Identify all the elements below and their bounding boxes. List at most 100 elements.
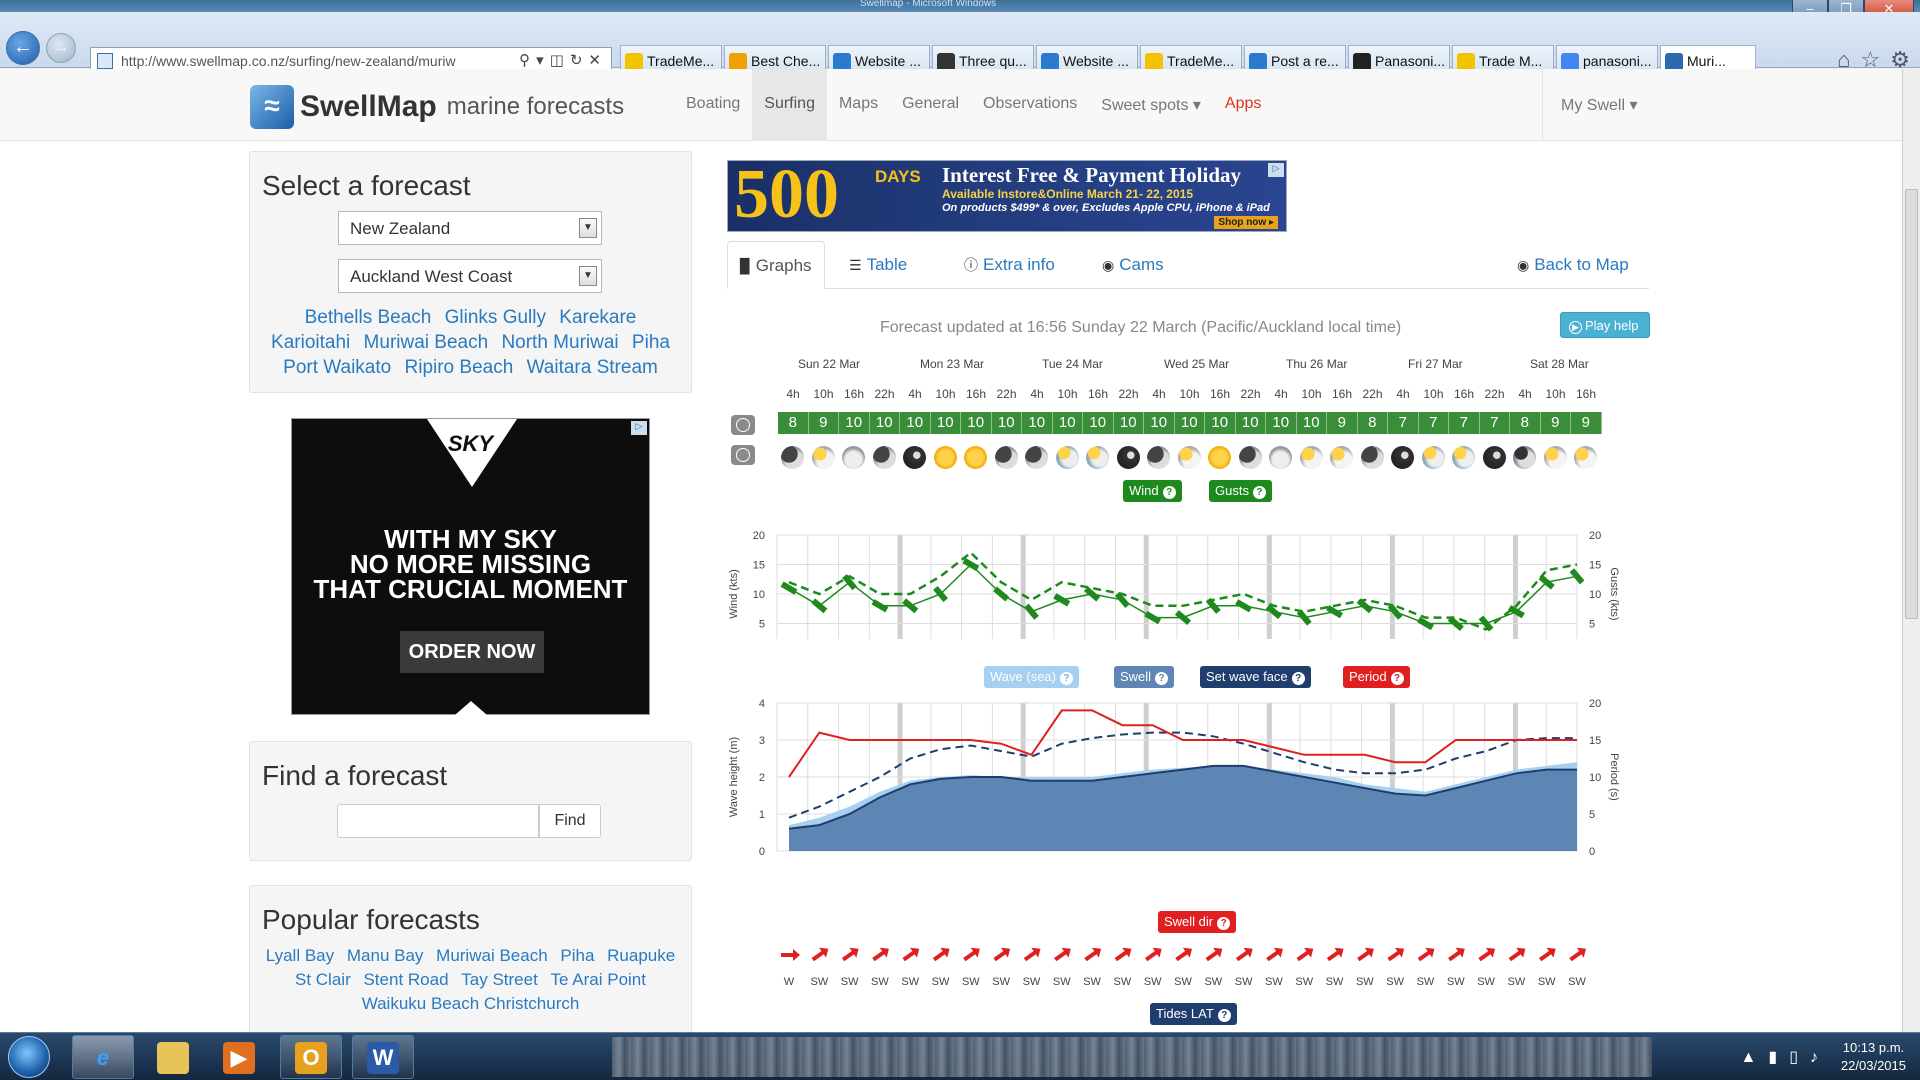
surf-rating-cell: 10 (930, 412, 961, 434)
vertical-scrollbar[interactable] (1902, 69, 1920, 1032)
spot-link[interactable]: Karekare (559, 307, 636, 328)
spot-link[interactable]: Muriwai Beach (364, 332, 489, 353)
banner-big-number: 500 (734, 160, 839, 232)
arrow-shaft (932, 950, 946, 962)
swell-direction-arrow (1569, 947, 1587, 962)
site-logo[interactable]: ≈ SwellMap marine forecasts (250, 85, 624, 129)
wind-chart: 0055101015152020Wind (kts)Gusts (kts)NEN… (728, 530, 1620, 639)
spot-link[interactable]: North Muriwai (501, 332, 618, 353)
url-text: http://www.swellmap.co.nz/surfing/new-ze… (121, 53, 456, 69)
weather-symbol (1208, 446, 1231, 469)
spot-link[interactable]: Glinks Gully (445, 307, 546, 328)
help-icon: ? (1059, 672, 1073, 685)
forward-button[interactable]: → (46, 33, 76, 63)
nav-item[interactable]: Maps (827, 69, 890, 141)
spot-link[interactable]: Bethells Beach (305, 307, 432, 328)
find-forecast-title: Find a forecast (262, 760, 448, 791)
adchoices-icon[interactable]: ▷ (631, 421, 647, 435)
spot-link[interactable]: Karioitahi (271, 332, 350, 353)
tab-graphs[interactable]: ▉ Graphs (727, 241, 825, 289)
clock[interactable]: 10:13 p.m. 22/03/2015 (1841, 1039, 1906, 1075)
y2-tick-label: 20 (1589, 698, 1601, 710)
y-axis-label: Wave height (m) (728, 737, 740, 817)
swell-direction-arrow (1387, 947, 1405, 962)
select-forecast-title: Select a forecast (262, 170, 471, 201)
sky-logo: SKY (447, 431, 494, 456)
arrow-shaft (841, 950, 855, 962)
chevron-down-icon: ▼ (579, 218, 597, 238)
tab-cams[interactable]: ◉ Cams (1090, 241, 1176, 289)
swell-direction-label: SW (1204, 976, 1222, 988)
scrollbar-thumb[interactable] (1905, 189, 1918, 619)
find-button[interactable]: Find (539, 804, 601, 838)
tab-extra-info[interactable]: ⓘ Extra info (952, 241, 1067, 289)
wave-chart: 0 1 2 3 4 0 5 10 15 20 Wave height (m) Period (s) (728, 698, 1620, 858)
country-select[interactable]: New Zealand ▼ (338, 211, 602, 245)
gusts-label: Gusts (1215, 483, 1249, 498)
sky-advert[interactable]: SKY WITH MY SKY NO MORE MISSING THAT CRU… (291, 418, 650, 715)
camera-icon: ◉ (1102, 257, 1115, 273)
nav-item[interactable]: General (890, 69, 971, 141)
swell-legend[interactable]: Swell? (1114, 666, 1175, 688)
spot-link[interactable]: Waikuku Beach Christchurch (362, 994, 580, 1013)
y2-axis-label: Period (s) (1608, 753, 1620, 801)
tab-table[interactable]: ☰ Table (837, 241, 919, 289)
wave-sea-legend[interactable]: Wave (sea)? (984, 666, 1079, 688)
hour-header: 22h (874, 387, 895, 401)
region-select[interactable]: Auckland West Coast ▼ (338, 259, 602, 293)
hour-header: 4h (1518, 387, 1532, 401)
swell-dir-legend[interactable]: Swell dir? (1158, 911, 1237, 933)
nav-item[interactable]: Apps (1213, 69, 1273, 141)
swell-direction-arrow (781, 949, 800, 961)
spot-link[interactable]: St Clair (295, 970, 351, 989)
spot-link[interactable]: Te Arai Point (551, 970, 646, 989)
taskbar-explorer[interactable] (142, 1035, 204, 1079)
banner-shop-button[interactable]: Shop now ▸ (1214, 216, 1278, 229)
spot-link[interactable]: Piha (632, 332, 670, 353)
hour-header: 10h (1423, 387, 1444, 401)
tides-label: Tides LAT (1156, 1006, 1214, 1021)
play-help-button[interactable]: ▶ Play help (1560, 312, 1650, 338)
banner-line2: Available Instore&Online March 21- 22, 2… (942, 187, 1193, 201)
weather-help-icon[interactable] (731, 445, 755, 465)
period-legend[interactable]: Period? (1343, 666, 1410, 688)
banner-advert[interactable]: 500 DAYS Interest Free & Payment Holiday… (727, 160, 1287, 232)
spot-link[interactable]: Piha (560, 946, 594, 965)
spot-link[interactable]: Ruapuke (607, 946, 675, 965)
find-input[interactable] (337, 804, 539, 838)
taskbar-media-player[interactable]: ▶ (208, 1035, 270, 1079)
address-tools[interactable]: ⚲▾◫↻✕ (519, 51, 607, 69)
taskbar-word[interactable]: W (352, 1035, 414, 1079)
spot-link[interactable]: Manu Bay (347, 946, 424, 965)
back-to-map-link[interactable]: ◉ Back to Map (1505, 241, 1641, 289)
start-button[interactable] (8, 1036, 50, 1078)
gusts-legend[interactable]: Gusts? (1209, 480, 1272, 502)
taskbar-outlook[interactable]: O (280, 1035, 342, 1079)
set-wave-face-legend[interactable]: Set wave face? (1200, 666, 1311, 688)
surf-rating-cell: 10 (1235, 412, 1266, 434)
wind-legend[interactable]: Wind? (1123, 480, 1182, 502)
spot-link[interactable]: Muriwai Beach (436, 946, 548, 965)
nav-item[interactable]: Surfing (752, 69, 827, 141)
spot-link[interactable]: Lyall Bay (266, 946, 334, 965)
spot-link[interactable]: Stent Road (363, 970, 448, 989)
adchoices-icon[interactable]: ▷ (1268, 163, 1284, 177)
nav-item[interactable]: Observations (971, 69, 1089, 141)
order-now-button[interactable]: ORDER NOW (400, 631, 544, 673)
taskbar-ie[interactable]: e (72, 1035, 134, 1079)
tides-legend[interactable]: Tides LAT? (1150, 1003, 1237, 1025)
y2-tick-label: 10 (1589, 589, 1601, 601)
my-swell-menu[interactable]: My Swell ▾ (1542, 69, 1655, 141)
arrow-shaft (1387, 950, 1401, 962)
swell-direction-label: SW (841, 976, 859, 988)
back-button[interactable]: ← (6, 31, 40, 65)
nav-item[interactable]: Boating (674, 69, 752, 141)
nav-item[interactable]: Sweet spots ▾ (1089, 69, 1213, 141)
swell-direction-arrow (1023, 947, 1041, 962)
swell-direction-label: SW (1144, 976, 1162, 988)
system-tray[interactable]: ▲▮▯♪ (1741, 1047, 1830, 1067)
arrow-shaft (1569, 950, 1583, 962)
folder-icon (157, 1042, 189, 1074)
rating-help-icon[interactable] (731, 415, 755, 435)
spot-link[interactable]: Tay Street (461, 970, 538, 989)
